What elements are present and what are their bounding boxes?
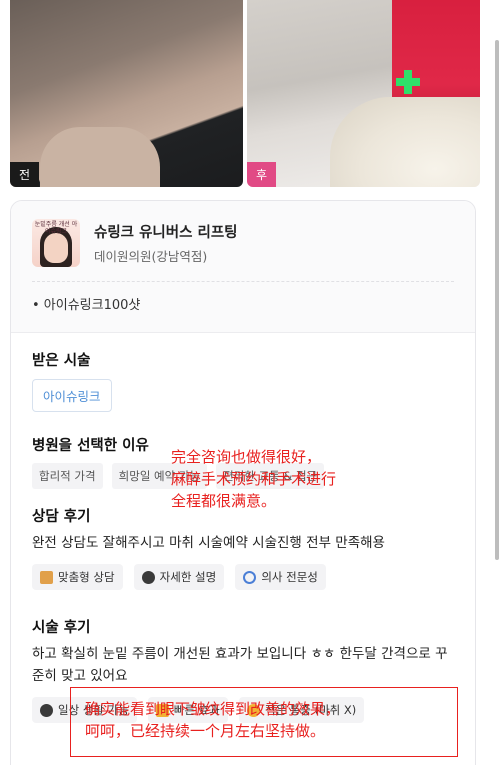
consult-chip: 맞춤형 상담 (32, 564, 123, 590)
before-photo[interactable]: 전 (10, 0, 243, 187)
after-label: 후 (247, 162, 277, 187)
product-header: 눈밑주름 개선 아이슈링크 슈링크 유니버스 리프팅 데이원의원(강남역점) •… (11, 201, 475, 333)
speaking-person-icon (141, 570, 155, 584)
clipboard-icon (40, 570, 53, 584)
scrollbar-thumb[interactable] (495, 40, 499, 560)
received-treatment-section: 받은 시술 아이슈링크 (11, 349, 475, 412)
consult-chip-label: 자세한 설명 (159, 570, 217, 584)
before-photo-skin (40, 127, 160, 187)
thumbnail-text: 눈밑주름 개선 아이슈링크 (34, 221, 78, 235)
product-title[interactable]: 슈링크 유니버스 리프팅 (94, 221, 238, 242)
thumbnail-face (44, 233, 68, 263)
consult-text: 완전 상담도 잘해주시고 마취 시술예약 시술진행 전부 만족해용 (32, 535, 385, 551)
reason-chip: 합리적 가격 (32, 463, 103, 489)
review-text: 하고 확실히 눈밑 주름이 개선된 효과가 보입니다 ㅎㅎ 한두달 간격으로 꾸… (32, 646, 448, 684)
consult-chip: 자세한 설명 (133, 564, 225, 590)
stethoscope-icon (243, 570, 257, 584)
clinic-name[interactable]: 데이원의원(강남역점) (94, 246, 238, 265)
product-row[interactable]: 눈밑주름 개선 아이슈링크 슈링크 유니버스 리프팅 데이원의원(강남역점) (32, 219, 454, 267)
translation-note-review: 确实能看到眼下皱纹得到改善的效果， 呵呵，已经持续一个月左右坚持做。 (70, 687, 458, 757)
before-after-photos: 전 후 (10, 0, 490, 187)
consult-chip-label: 의사 전문성 (261, 570, 318, 584)
received-treatment-title: 받은 시술 (32, 353, 91, 369)
consult-chip: 의사 전문성 (235, 564, 326, 590)
product-info: 슈링크 유니버스 리프팅 데이원의원(강남역점) (94, 219, 238, 265)
fur-collar (330, 97, 480, 187)
before-label: 전 (10, 162, 40, 187)
consult-chips: 맞춤형 상담 자세한 설명 의사 전문성 (32, 564, 459, 590)
consult-chip-label: 맞춤형 상담 (58, 570, 115, 584)
review-title: 시술 후기 (32, 620, 91, 636)
divider (32, 281, 454, 282)
product-option: • 아이슈링크100샷 (32, 298, 141, 313)
translation-note-consult: 完全咨询也做得很好， 麻醉手术预约和手术进行 全程都很满意。 (171, 448, 337, 510)
product-thumbnail: 눈밑주름 개선 아이슈링크 (32, 219, 80, 267)
consult-section: 상담 후기 완전 상담도 잘해주시고 마취 시술예약 시술진행 전부 만족해용 … (11, 505, 475, 590)
after-photo[interactable]: 후 (247, 0, 480, 187)
treatment-chip[interactable]: 아이슈링크 (32, 379, 112, 412)
walking-person-icon (40, 703, 53, 717)
green-cross-icon (396, 70, 420, 94)
scrollbar[interactable] (493, 0, 501, 765)
